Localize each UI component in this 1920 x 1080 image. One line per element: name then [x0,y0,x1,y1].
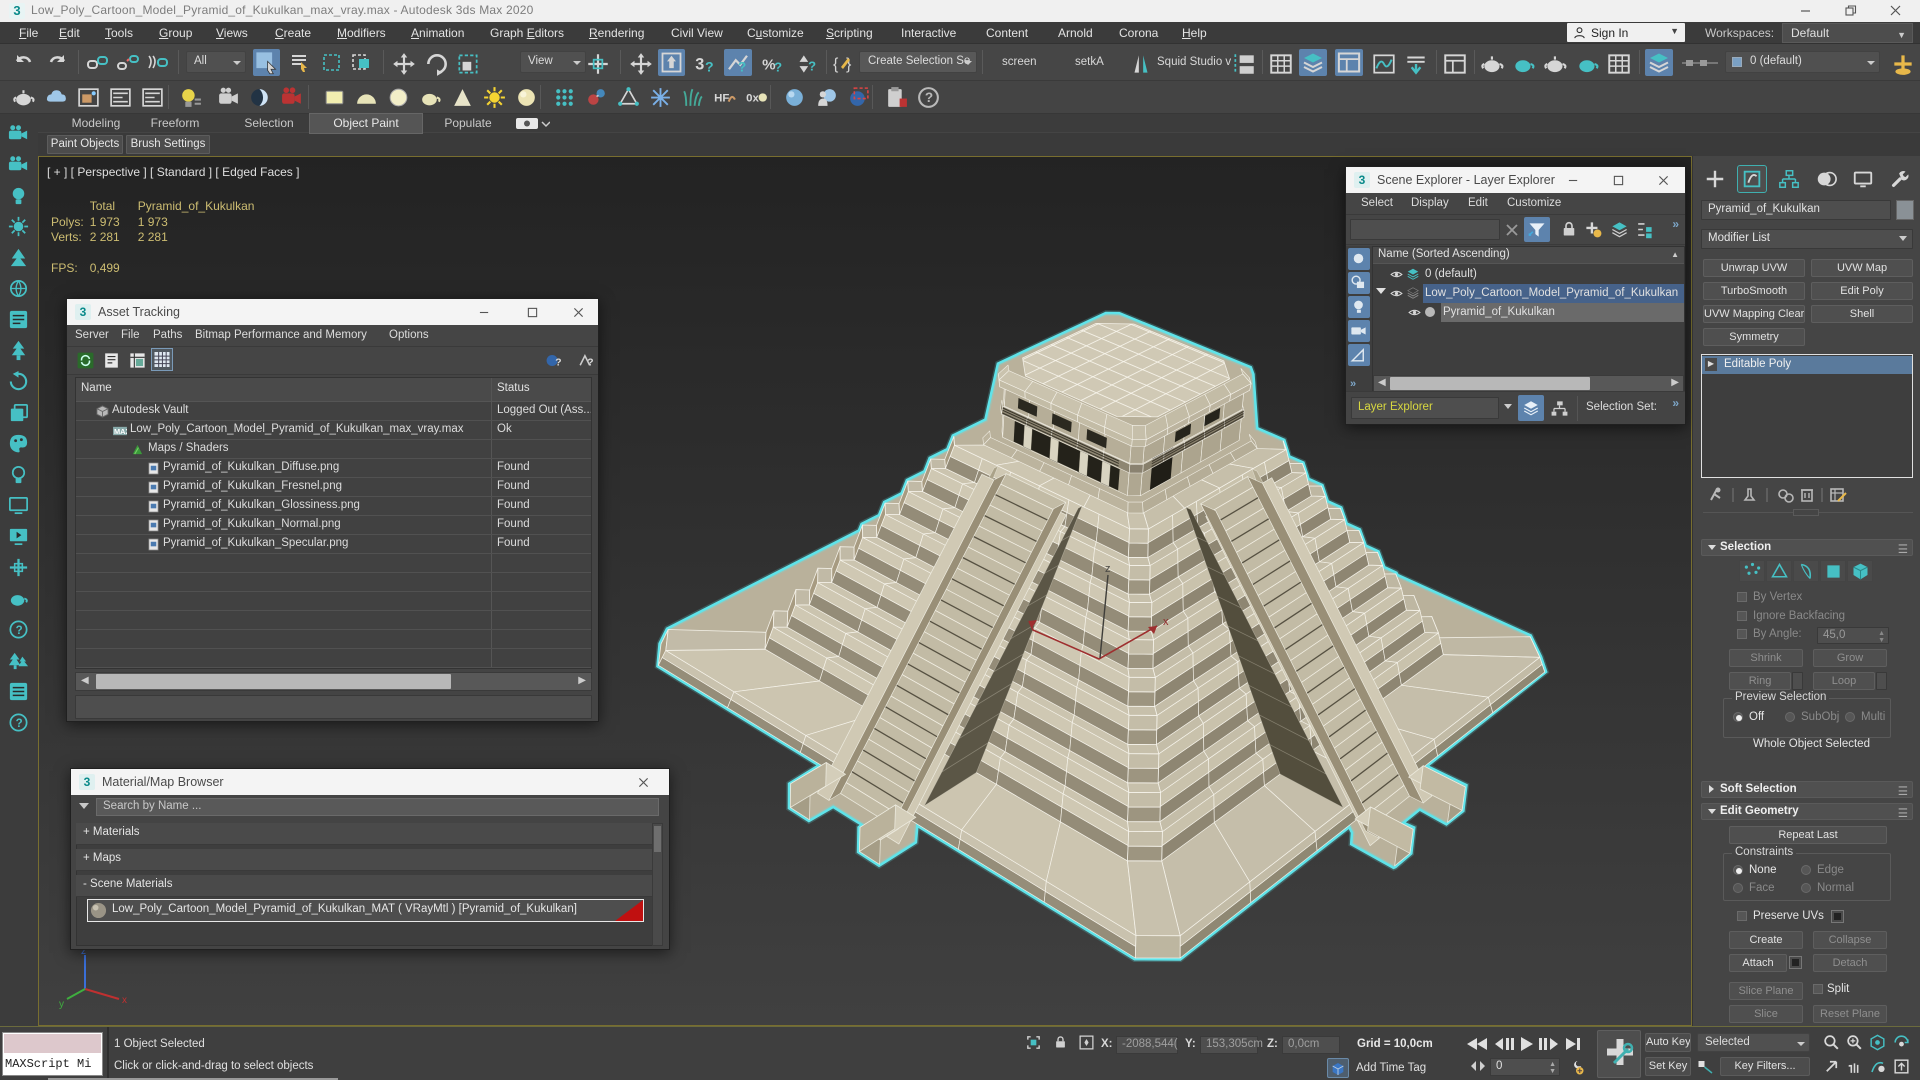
svg-text:y: y [59,999,64,1010]
svg-text:?: ? [774,60,782,75]
svg-text:x: x [122,995,127,1006]
svg-text:0x: 0x [746,93,759,105]
svg-text:?: ? [738,60,746,75]
svg-text:?: ? [16,625,23,637]
svg-text:HF: HF [714,93,729,105]
svg-text:z: z [1105,563,1111,575]
svg-text:{: { [833,56,839,73]
svg-text:x: x [1163,616,1169,628]
svg-text:?: ? [16,718,23,730]
svg-text:?: ? [555,357,561,368]
svg-text:}: } [846,56,852,73]
svg-text:MAX: MAX [114,427,127,436]
svg-text:3: 3 [695,55,704,73]
svg-text:?: ? [808,59,816,74]
svg-text:?: ? [705,59,714,75]
svg-text:?: ? [925,90,933,105]
svg-text:?: ? [587,357,593,368]
